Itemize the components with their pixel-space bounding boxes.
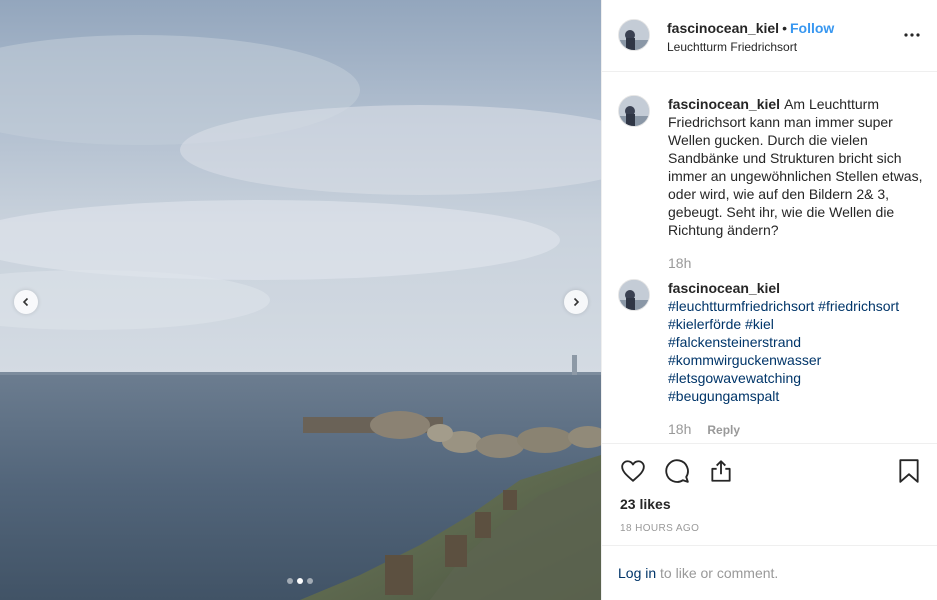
comment-meta: 18h bbox=[668, 254, 691, 272]
avatar-image bbox=[619, 280, 649, 310]
avatar[interactable] bbox=[618, 95, 650, 127]
comment-time[interactable]: 18h bbox=[668, 255, 691, 271]
bookmark-icon bbox=[899, 459, 919, 483]
comment-icon bbox=[665, 459, 689, 483]
username-link[interactable]: fascinocean_kiel bbox=[667, 20, 779, 36]
separator-dot: • bbox=[782, 20, 787, 36]
likes-count[interactable]: 23 likes bbox=[620, 496, 671, 512]
avatar[interactable] bbox=[618, 19, 650, 51]
hashtag-link[interactable]: #kommwirguckenwasser bbox=[668, 351, 926, 369]
carousel-dot-active bbox=[297, 578, 303, 584]
login-prompt: Log in to like or comment. bbox=[602, 545, 937, 600]
hashtag-link[interactable]: #kielerförde #kiel bbox=[668, 315, 926, 333]
login-prompt-text: to like or comment. bbox=[656, 565, 779, 581]
comment-body: fascinocean_kiel #leuchtturmfriedrichsor… bbox=[668, 279, 926, 405]
chevron-left-icon bbox=[22, 297, 29, 307]
avatar-image bbox=[619, 20, 649, 50]
post-photo bbox=[0, 0, 601, 600]
avatar-image bbox=[619, 96, 649, 126]
action-bar: 23 likes 18 hours ago bbox=[602, 443, 937, 545]
comment-button[interactable] bbox=[664, 458, 690, 487]
follow-button[interactable]: Follow bbox=[790, 20, 834, 36]
login-link[interactable]: Log in bbox=[618, 565, 656, 581]
more-options-icon bbox=[904, 33, 920, 37]
reply-button[interactable]: Reply bbox=[707, 423, 740, 437]
comment-body: fascinocean_kiel Am Leuchtturm Friedrichs… bbox=[668, 95, 926, 239]
hashtag-link[interactable]: #beugungamspalt bbox=[668, 387, 926, 405]
comment-meta: 18h Reply bbox=[668, 420, 740, 439]
save-button[interactable] bbox=[896, 458, 922, 487]
chevron-right-icon bbox=[573, 297, 580, 307]
share-icon bbox=[711, 460, 731, 482]
share-button[interactable] bbox=[708, 458, 734, 487]
previous-slide-button[interactable] bbox=[14, 290, 38, 314]
location-link[interactable]: Leuchtturm Friedrichsort bbox=[667, 40, 834, 55]
comments-list[interactable]: fascinocean_kiel Am Leuchtturm Friedrichs… bbox=[602, 73, 937, 443]
like-button[interactable] bbox=[620, 458, 646, 487]
carousel-dot bbox=[287, 578, 293, 584]
post-timestamp[interactable]: 18 hours ago bbox=[620, 523, 699, 534]
post-side-panel: fascinocean_kiel • Follow Leuchtturm Fried… bbox=[601, 0, 937, 600]
carousel-indicator bbox=[287, 578, 313, 584]
next-slide-button[interactable] bbox=[564, 290, 588, 314]
sea-photo-image bbox=[0, 0, 601, 600]
comment-username[interactable]: fascinocean_kiel bbox=[668, 279, 922, 297]
comment-username[interactable]: fascinocean_kiel bbox=[668, 96, 780, 112]
heart-icon bbox=[621, 460, 645, 482]
hashtag-link[interactable]: #leuchtturmfriedrichsort #friedrichsort bbox=[668, 297, 926, 315]
carousel-dot bbox=[307, 578, 313, 584]
hashtag-link[interactable]: #falckensteinerstrand bbox=[668, 333, 926, 351]
post-header: fascinocean_kiel • Follow Leuchtturm Fried… bbox=[602, 0, 937, 72]
hashtag-link[interactable]: #letsgowavewatching bbox=[668, 369, 926, 387]
avatar[interactable] bbox=[618, 279, 650, 311]
comment-text: Am Leuchtturm Friedrichsort kann man imm… bbox=[668, 96, 923, 238]
more-options-button[interactable] bbox=[903, 26, 921, 47]
comment-time[interactable]: 18h bbox=[668, 421, 691, 437]
